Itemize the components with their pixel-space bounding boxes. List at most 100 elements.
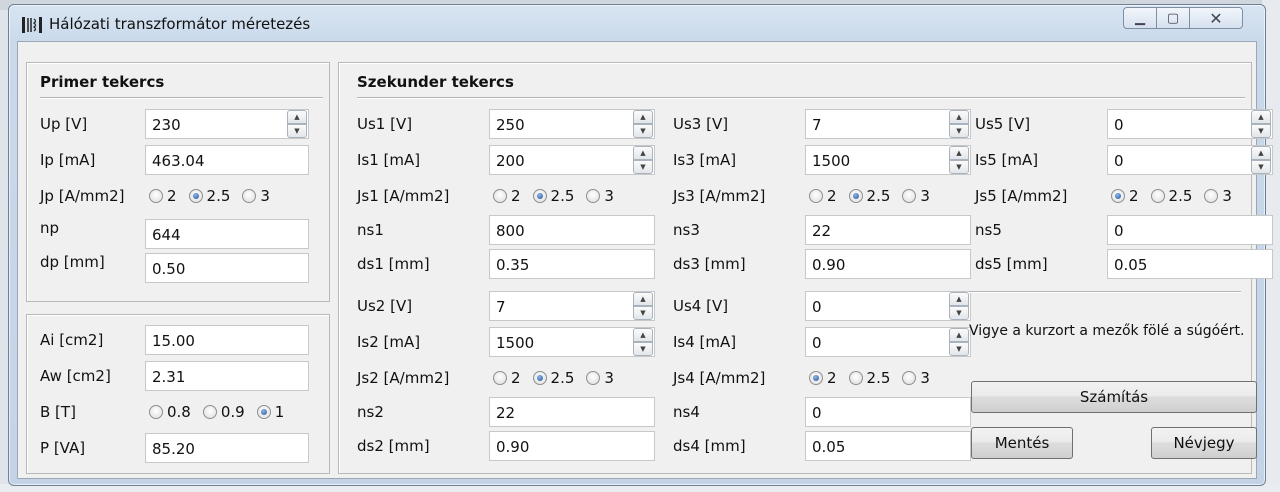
- s3-js-option-1[interactable]: 2.5: [848, 187, 890, 205]
- s3-js-label: Js3 [A/mm2]: [673, 187, 766, 205]
- s3-us-input[interactable]: 7 ▲ ▼: [805, 109, 971, 139]
- up-increment-icon[interactable]: ▲: [287, 110, 307, 124]
- increment-icon[interactable]: ▲: [949, 110, 969, 124]
- decrement-icon[interactable]: ▼: [633, 342, 653, 356]
- s5-js-label: Js5 [A/mm2]: [975, 187, 1068, 205]
- increment-icon[interactable]: ▲: [1251, 110, 1271, 124]
- decrement-icon[interactable]: ▼: [949, 342, 969, 356]
- s1-us-spinner[interactable]: ▲ ▼: [633, 110, 653, 138]
- s5-us-spinner[interactable]: ▲ ▼: [1251, 110, 1271, 138]
- s2-is-input[interactable]: 1500 ▲ ▼: [489, 327, 655, 357]
- b-option-0-8[interactable]: 0.8: [149, 403, 191, 421]
- decrement-icon[interactable]: ▼: [633, 124, 653, 138]
- minimize-button[interactable]: ▁: [1123, 7, 1157, 29]
- close-button[interactable]: ✕: [1189, 7, 1243, 29]
- s3-js-option-0[interactable]: 2: [809, 187, 837, 205]
- s4-n-input[interactable]: 0: [805, 397, 971, 427]
- s1-is-input[interactable]: 200 ▲ ▼: [489, 145, 655, 175]
- increment-icon[interactable]: ▲: [949, 292, 969, 306]
- decrement-icon[interactable]: ▼: [633, 306, 653, 320]
- save-button[interactable]: Mentés: [971, 427, 1073, 459]
- s1-n-input[interactable]: 800: [489, 215, 655, 245]
- s1-n-value: 800: [496, 222, 525, 240]
- increment-icon[interactable]: ▲: [633, 110, 653, 124]
- s1-d-input[interactable]: 0.35: [489, 249, 655, 279]
- s2-js-option-1[interactable]: 2.5: [532, 369, 574, 387]
- s5-is-spinner[interactable]: ▲ ▼: [1251, 146, 1271, 174]
- ai-output[interactable]: 15.00: [145, 325, 309, 355]
- decrement-icon[interactable]: ▼: [1251, 124, 1271, 138]
- np-output[interactable]: 644: [145, 219, 309, 249]
- ip-output[interactable]: 463.04: [145, 145, 309, 175]
- s1-js-option-label: 2.5: [550, 187, 575, 205]
- about-button[interactable]: Névjegy: [1151, 427, 1257, 459]
- s4-js-option-1[interactable]: 2.5: [848, 369, 890, 387]
- jp-option-3[interactable]: 3: [242, 187, 270, 205]
- s1-js-option-0[interactable]: 2: [493, 187, 521, 205]
- up-spinner[interactable]: ▲ ▼: [287, 110, 307, 138]
- s5-js-option-0[interactable]: 2: [1111, 187, 1139, 205]
- up-decrement-icon[interactable]: ▼: [287, 124, 307, 138]
- s2-n-value: 22: [496, 404, 516, 422]
- increment-icon[interactable]: ▲: [949, 328, 969, 342]
- calculate-button[interactable]: Számítás: [971, 381, 1257, 413]
- s1-is-spinner[interactable]: ▲ ▼: [633, 146, 653, 174]
- s4-d-label: ds4 [mm]: [673, 437, 746, 455]
- b-option-1[interactable]: 1: [256, 403, 284, 421]
- p-output[interactable]: 85.20: [145, 433, 309, 463]
- s5-is-value: 0: [1114, 152, 1124, 170]
- radio-icon: [586, 371, 601, 385]
- increment-icon[interactable]: ▲: [949, 146, 969, 160]
- s3-d-input[interactable]: 0.90: [805, 249, 971, 279]
- s5-is-input[interactable]: 0 ▲ ▼: [1107, 145, 1273, 175]
- decrement-icon[interactable]: ▼: [1251, 160, 1271, 174]
- s5-us-input[interactable]: 0 ▲ ▼: [1107, 109, 1273, 139]
- radio-icon: [809, 189, 823, 203]
- decrement-icon[interactable]: ▼: [633, 160, 653, 174]
- decrement-icon[interactable]: ▼: [949, 124, 969, 138]
- s4-is-input[interactable]: 0 ▲ ▼: [805, 327, 971, 357]
- s2-js-option-0[interactable]: 2: [493, 369, 521, 387]
- s2-us-spinner[interactable]: ▲ ▼: [633, 292, 653, 320]
- s3-n-input[interactable]: 22: [805, 215, 971, 245]
- s1-d-label: ds1 [mm]: [357, 255, 430, 273]
- increment-icon[interactable]: ▲: [633, 292, 653, 306]
- s3-is-value: 1500: [812, 152, 851, 170]
- b-option-0-9[interactable]: 0.9: [202, 403, 245, 421]
- up-input[interactable]: 230 ▲ ▼: [145, 109, 309, 139]
- s4-d-input[interactable]: 0.05: [805, 431, 971, 461]
- hint-text: Vigye a kurzort a mezők fölé a súgóért.: [969, 323, 1245, 339]
- increment-icon[interactable]: ▲: [633, 328, 653, 342]
- s2-is-spinner[interactable]: ▲ ▼: [633, 328, 653, 356]
- decrement-icon[interactable]: ▼: [949, 306, 969, 320]
- s4-is-spinner[interactable]: ▲ ▼: [949, 328, 969, 356]
- s4-js-option-2[interactable]: 3: [902, 369, 930, 387]
- increment-icon[interactable]: ▲: [1251, 146, 1271, 160]
- s2-js-option-2[interactable]: 3: [586, 369, 614, 387]
- s1-us-input[interactable]: 250 ▲ ▼: [489, 109, 655, 139]
- s2-n-input[interactable]: 22: [489, 397, 655, 427]
- s3-is-spinner[interactable]: ▲ ▼: [949, 146, 969, 174]
- s5-js-option-2[interactable]: 3: [1204, 187, 1232, 205]
- s5-js-option-1[interactable]: 2.5: [1150, 187, 1192, 205]
- dp-output[interactable]: 0.50: [145, 253, 309, 283]
- s4-us-input[interactable]: 0 ▲ ▼: [805, 291, 971, 321]
- s1-js-option-1[interactable]: 2.5: [532, 187, 575, 205]
- jp-option-2[interactable]: 2: [149, 187, 177, 205]
- maximize-button[interactable]: ▢: [1156, 7, 1190, 29]
- s3-us-spinner[interactable]: ▲ ▼: [949, 110, 969, 138]
- aw-output[interactable]: 2.31: [145, 361, 309, 391]
- s4-js-option-0[interactable]: 2: [809, 369, 837, 387]
- s2-d-input[interactable]: 0.90: [489, 431, 655, 461]
- s5-d-input[interactable]: 0.05: [1107, 249, 1273, 279]
- s3-js-option-2[interactable]: 3: [902, 187, 930, 205]
- s3-is-input[interactable]: 1500 ▲ ▼: [805, 145, 971, 175]
- s1-js-option-2[interactable]: 3: [586, 187, 614, 205]
- jp-option-2-5[interactable]: 2.5: [188, 187, 230, 205]
- s5-n-input[interactable]: 0: [1107, 215, 1273, 245]
- increment-icon[interactable]: ▲: [633, 146, 653, 160]
- s4-us-spinner[interactable]: ▲ ▼: [949, 292, 969, 320]
- title-bar[interactable]: Hálózati transzformátor méretezés ▁ ▢ ✕: [9, 5, 1265, 43]
- decrement-icon[interactable]: ▼: [949, 160, 969, 174]
- s2-us-input[interactable]: 7 ▲ ▼: [489, 291, 655, 321]
